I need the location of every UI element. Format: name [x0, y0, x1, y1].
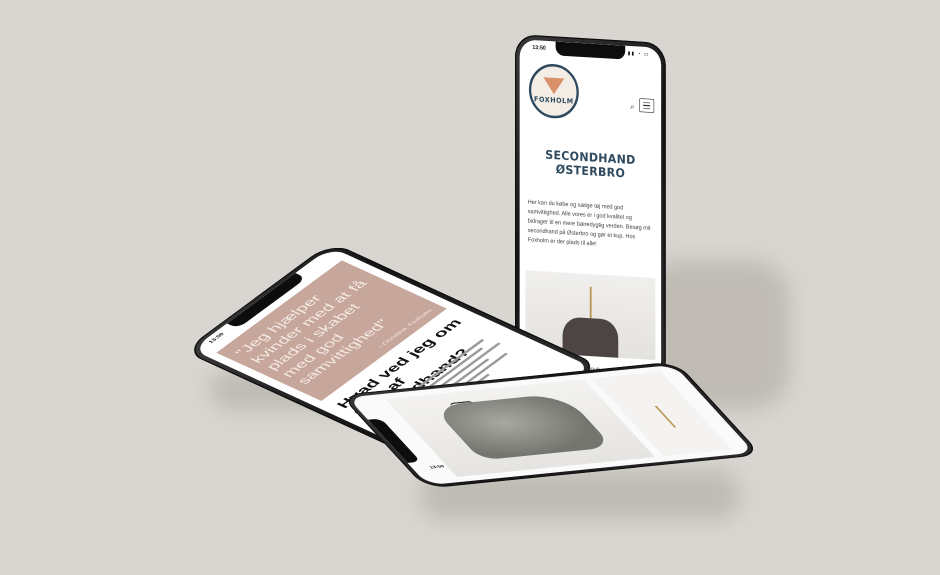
logo-text: FOXHOLM: [534, 94, 574, 106]
hanger-icon: [589, 286, 592, 321]
hamburger-menu-icon[interactable]: [639, 98, 655, 113]
phone-upright: 13:50 ▮▮ ◔ ▭ FOXHOLM ⌕ SECONDHAND ØSTERB…: [515, 34, 666, 384]
status-time: 13:50: [532, 43, 546, 51]
fox-logo-icon: [543, 77, 565, 95]
search-icon[interactable]: ⌕: [630, 101, 634, 111]
page-title: SECONDHAND ØSTERBRO: [545, 147, 636, 181]
hanger-icon: [654, 405, 677, 428]
mockup-scene: 13:50 ▮▮ ◔ ▭ FOXHOLM ⌕ SECONDHAND ØSTERB…: [0, 0, 940, 575]
status-time: 13:50: [428, 464, 446, 470]
foxholm-logo[interactable]: FOXHOLM: [528, 62, 579, 120]
fur-coat-image: [431, 393, 614, 461]
status-time: 13:50: [207, 331, 226, 344]
phone-upright-screen: 13:50 ▮▮ ◔ ▭ FOXHOLM ⌕ SECONDHAND ØSTERB…: [519, 39, 662, 378]
intro-text: Her kan du købe og sælge tøj med god sam…: [527, 198, 651, 248]
